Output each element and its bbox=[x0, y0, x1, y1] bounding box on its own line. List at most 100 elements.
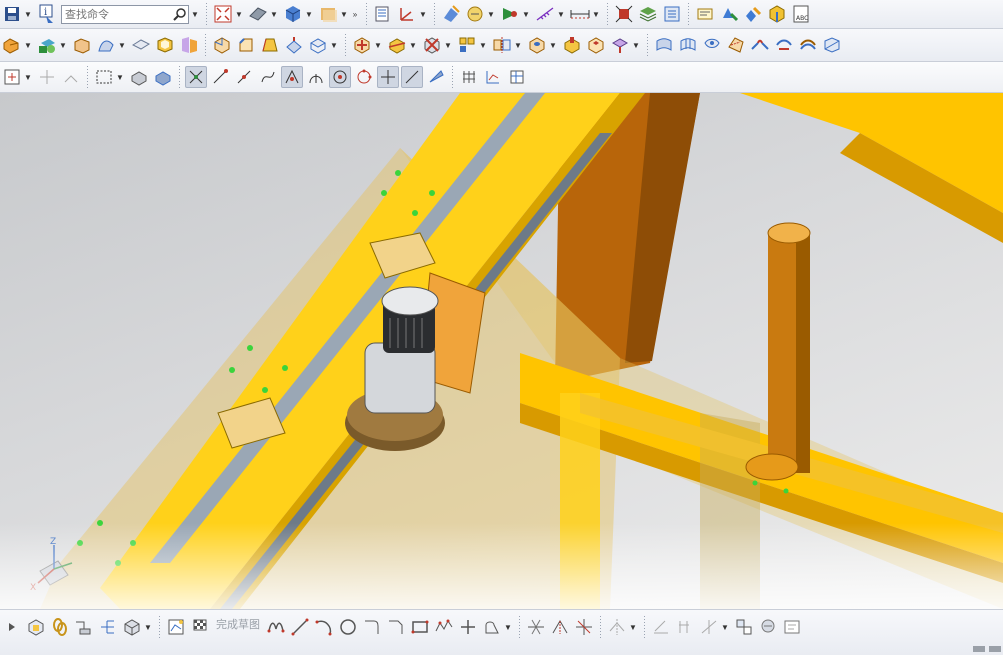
edit-object-display-icon[interactable] bbox=[440, 3, 462, 25]
reference-set-icon[interactable] bbox=[766, 3, 788, 25]
information-icon[interactable]: i bbox=[36, 3, 58, 25]
offset-curve-icon[interactable] bbox=[481, 616, 503, 638]
pad-dropdown[interactable]: ▼ bbox=[632, 34, 640, 56]
measure-distance-dropdown[interactable]: ▼ bbox=[592, 3, 600, 25]
split-body-icon[interactable] bbox=[421, 34, 443, 56]
point-constructor-icon[interactable] bbox=[36, 66, 58, 88]
snap-quadrant-icon[interactable] bbox=[353, 66, 375, 88]
auto-constraints-icon[interactable] bbox=[674, 616, 696, 638]
chamfer-sketch-icon[interactable] bbox=[385, 616, 407, 638]
component-dropdown[interactable]: ▼ bbox=[144, 616, 152, 638]
sew-icon[interactable] bbox=[821, 34, 843, 56]
layer-settings-icon[interactable] bbox=[372, 3, 394, 25]
measure-angle-dropdown[interactable]: ▼ bbox=[557, 3, 565, 25]
assembly-constraints-icon[interactable] bbox=[613, 3, 635, 25]
offset-surface-icon[interactable] bbox=[797, 34, 819, 56]
trim-body-icon[interactable] bbox=[386, 34, 408, 56]
select-filter-dropdown[interactable]: ▼ bbox=[24, 66, 32, 88]
line-icon[interactable] bbox=[289, 616, 311, 638]
chamfer-icon[interactable] bbox=[235, 34, 257, 56]
pocket-icon[interactable] bbox=[585, 34, 607, 56]
datum-plane-icon[interactable] bbox=[36, 34, 58, 56]
measure-angle-icon[interactable] bbox=[534, 3, 556, 25]
orient-view-icon[interactable] bbox=[282, 3, 304, 25]
wave-link-icon[interactable] bbox=[73, 616, 95, 638]
table-icon[interactable] bbox=[506, 66, 528, 88]
trimmed-sheet-icon[interactable] bbox=[773, 34, 795, 56]
snap-point-on-surface-icon[interactable] bbox=[401, 66, 423, 88]
unite-dropdown[interactable]: ▼ bbox=[374, 34, 382, 56]
snap-intersection-icon[interactable] bbox=[281, 66, 303, 88]
background-icon[interactable] bbox=[317, 3, 339, 25]
command-search-field[interactable] bbox=[61, 4, 189, 24]
fillet-icon[interactable] bbox=[361, 616, 383, 638]
fit-view-icon[interactable] bbox=[212, 3, 234, 25]
chain-link-icon[interactable] bbox=[49, 616, 71, 638]
point-icon[interactable] bbox=[457, 616, 479, 638]
blend-dropdown[interactable]: ▼ bbox=[330, 34, 338, 56]
measure-distance-icon[interactable] bbox=[569, 3, 591, 25]
extrude-dropdown[interactable]: ▼ bbox=[24, 34, 32, 56]
grid-icon[interactable] bbox=[458, 66, 480, 88]
select-filter-icon[interactable] bbox=[1, 66, 23, 88]
circle-icon[interactable] bbox=[337, 616, 359, 638]
offset-face-icon[interactable] bbox=[178, 34, 200, 56]
quick-trim-icon[interactable] bbox=[525, 616, 547, 638]
part-navigator-icon[interactable] bbox=[661, 3, 683, 25]
orient-view-dropdown[interactable]: ▼ bbox=[305, 3, 313, 25]
layers-icon[interactable] bbox=[637, 3, 659, 25]
alternate-solution-icon[interactable] bbox=[757, 616, 779, 638]
search-dropdown[interactable]: ▼ bbox=[191, 3, 199, 25]
n-sided-surface-icon[interactable] bbox=[725, 34, 747, 56]
transform-icon[interactable] bbox=[60, 66, 82, 88]
boss-icon[interactable] bbox=[561, 34, 583, 56]
rectangle-select-dropdown[interactable]: ▼ bbox=[116, 66, 124, 88]
unite-icon[interactable] bbox=[351, 34, 373, 56]
trim-body-dropdown[interactable]: ▼ bbox=[409, 34, 417, 56]
snap-midpoint-icon[interactable] bbox=[233, 66, 255, 88]
small-arrow-icon[interactable] bbox=[1, 616, 23, 638]
pattern-feature-icon[interactable] bbox=[456, 34, 478, 56]
arc-icon[interactable] bbox=[313, 616, 335, 638]
face-blend-icon[interactable] bbox=[307, 34, 329, 56]
mirror-curve-dropdown[interactable]: ▼ bbox=[629, 616, 637, 638]
pad-icon[interactable] bbox=[609, 34, 631, 56]
mirror-feature-icon[interactable] bbox=[491, 34, 513, 56]
hole-dropdown[interactable]: ▼ bbox=[549, 34, 557, 56]
render-style-dropdown[interactable]: ▼ bbox=[270, 3, 278, 25]
sweep-icon[interactable] bbox=[95, 34, 117, 56]
hierarchy-icon[interactable] bbox=[97, 616, 119, 638]
cad-model-scene[interactable]: Z X bbox=[0, 93, 1003, 609]
rectangle-select-icon[interactable] bbox=[93, 66, 115, 88]
pattern-feature-dropdown[interactable]: ▼ bbox=[479, 34, 487, 56]
split-body-dropdown[interactable]: ▼ bbox=[444, 34, 452, 56]
quick-extend-icon[interactable] bbox=[549, 616, 571, 638]
hole-icon[interactable] bbox=[526, 34, 548, 56]
wcs-icon[interactable] bbox=[396, 3, 418, 25]
dimension-icon[interactable] bbox=[698, 616, 720, 638]
profile-icon[interactable] bbox=[265, 616, 287, 638]
snap-control-point-icon[interactable] bbox=[257, 66, 279, 88]
mirror-curve-icon[interactable] bbox=[606, 616, 628, 638]
component-icon[interactable] bbox=[121, 616, 143, 638]
render-style-icon[interactable] bbox=[247, 3, 269, 25]
add-component-icon[interactable] bbox=[742, 3, 764, 25]
extrude-icon[interactable] bbox=[1, 34, 23, 56]
save-dropdown[interactable]: ▼ bbox=[24, 3, 32, 25]
snap-arc-center-icon[interactable] bbox=[305, 66, 327, 88]
through-curves-icon[interactable] bbox=[653, 34, 675, 56]
offset-curve-dropdown[interactable]: ▼ bbox=[504, 616, 512, 638]
datum-plane-dropdown[interactable]: ▼ bbox=[59, 34, 67, 56]
chart-icon[interactable] bbox=[482, 66, 504, 88]
wcs-dropdown[interactable]: ▼ bbox=[419, 3, 427, 25]
select-body-icon[interactable] bbox=[128, 66, 150, 88]
fit-view-dropdown[interactable]: ▼ bbox=[235, 3, 243, 25]
snap-point-on-curve-icon[interactable] bbox=[377, 66, 399, 88]
finish-sketch-flag-icon[interactable] bbox=[189, 616, 211, 638]
mirror-feature-dropdown[interactable]: ▼ bbox=[514, 34, 522, 56]
studio-surface-icon[interactable] bbox=[701, 34, 723, 56]
shell-icon[interactable] bbox=[154, 34, 176, 56]
search-icon[interactable] bbox=[172, 7, 188, 21]
command-search-input[interactable] bbox=[62, 6, 172, 22]
snap-bounded-grid-icon[interactable] bbox=[425, 66, 447, 88]
